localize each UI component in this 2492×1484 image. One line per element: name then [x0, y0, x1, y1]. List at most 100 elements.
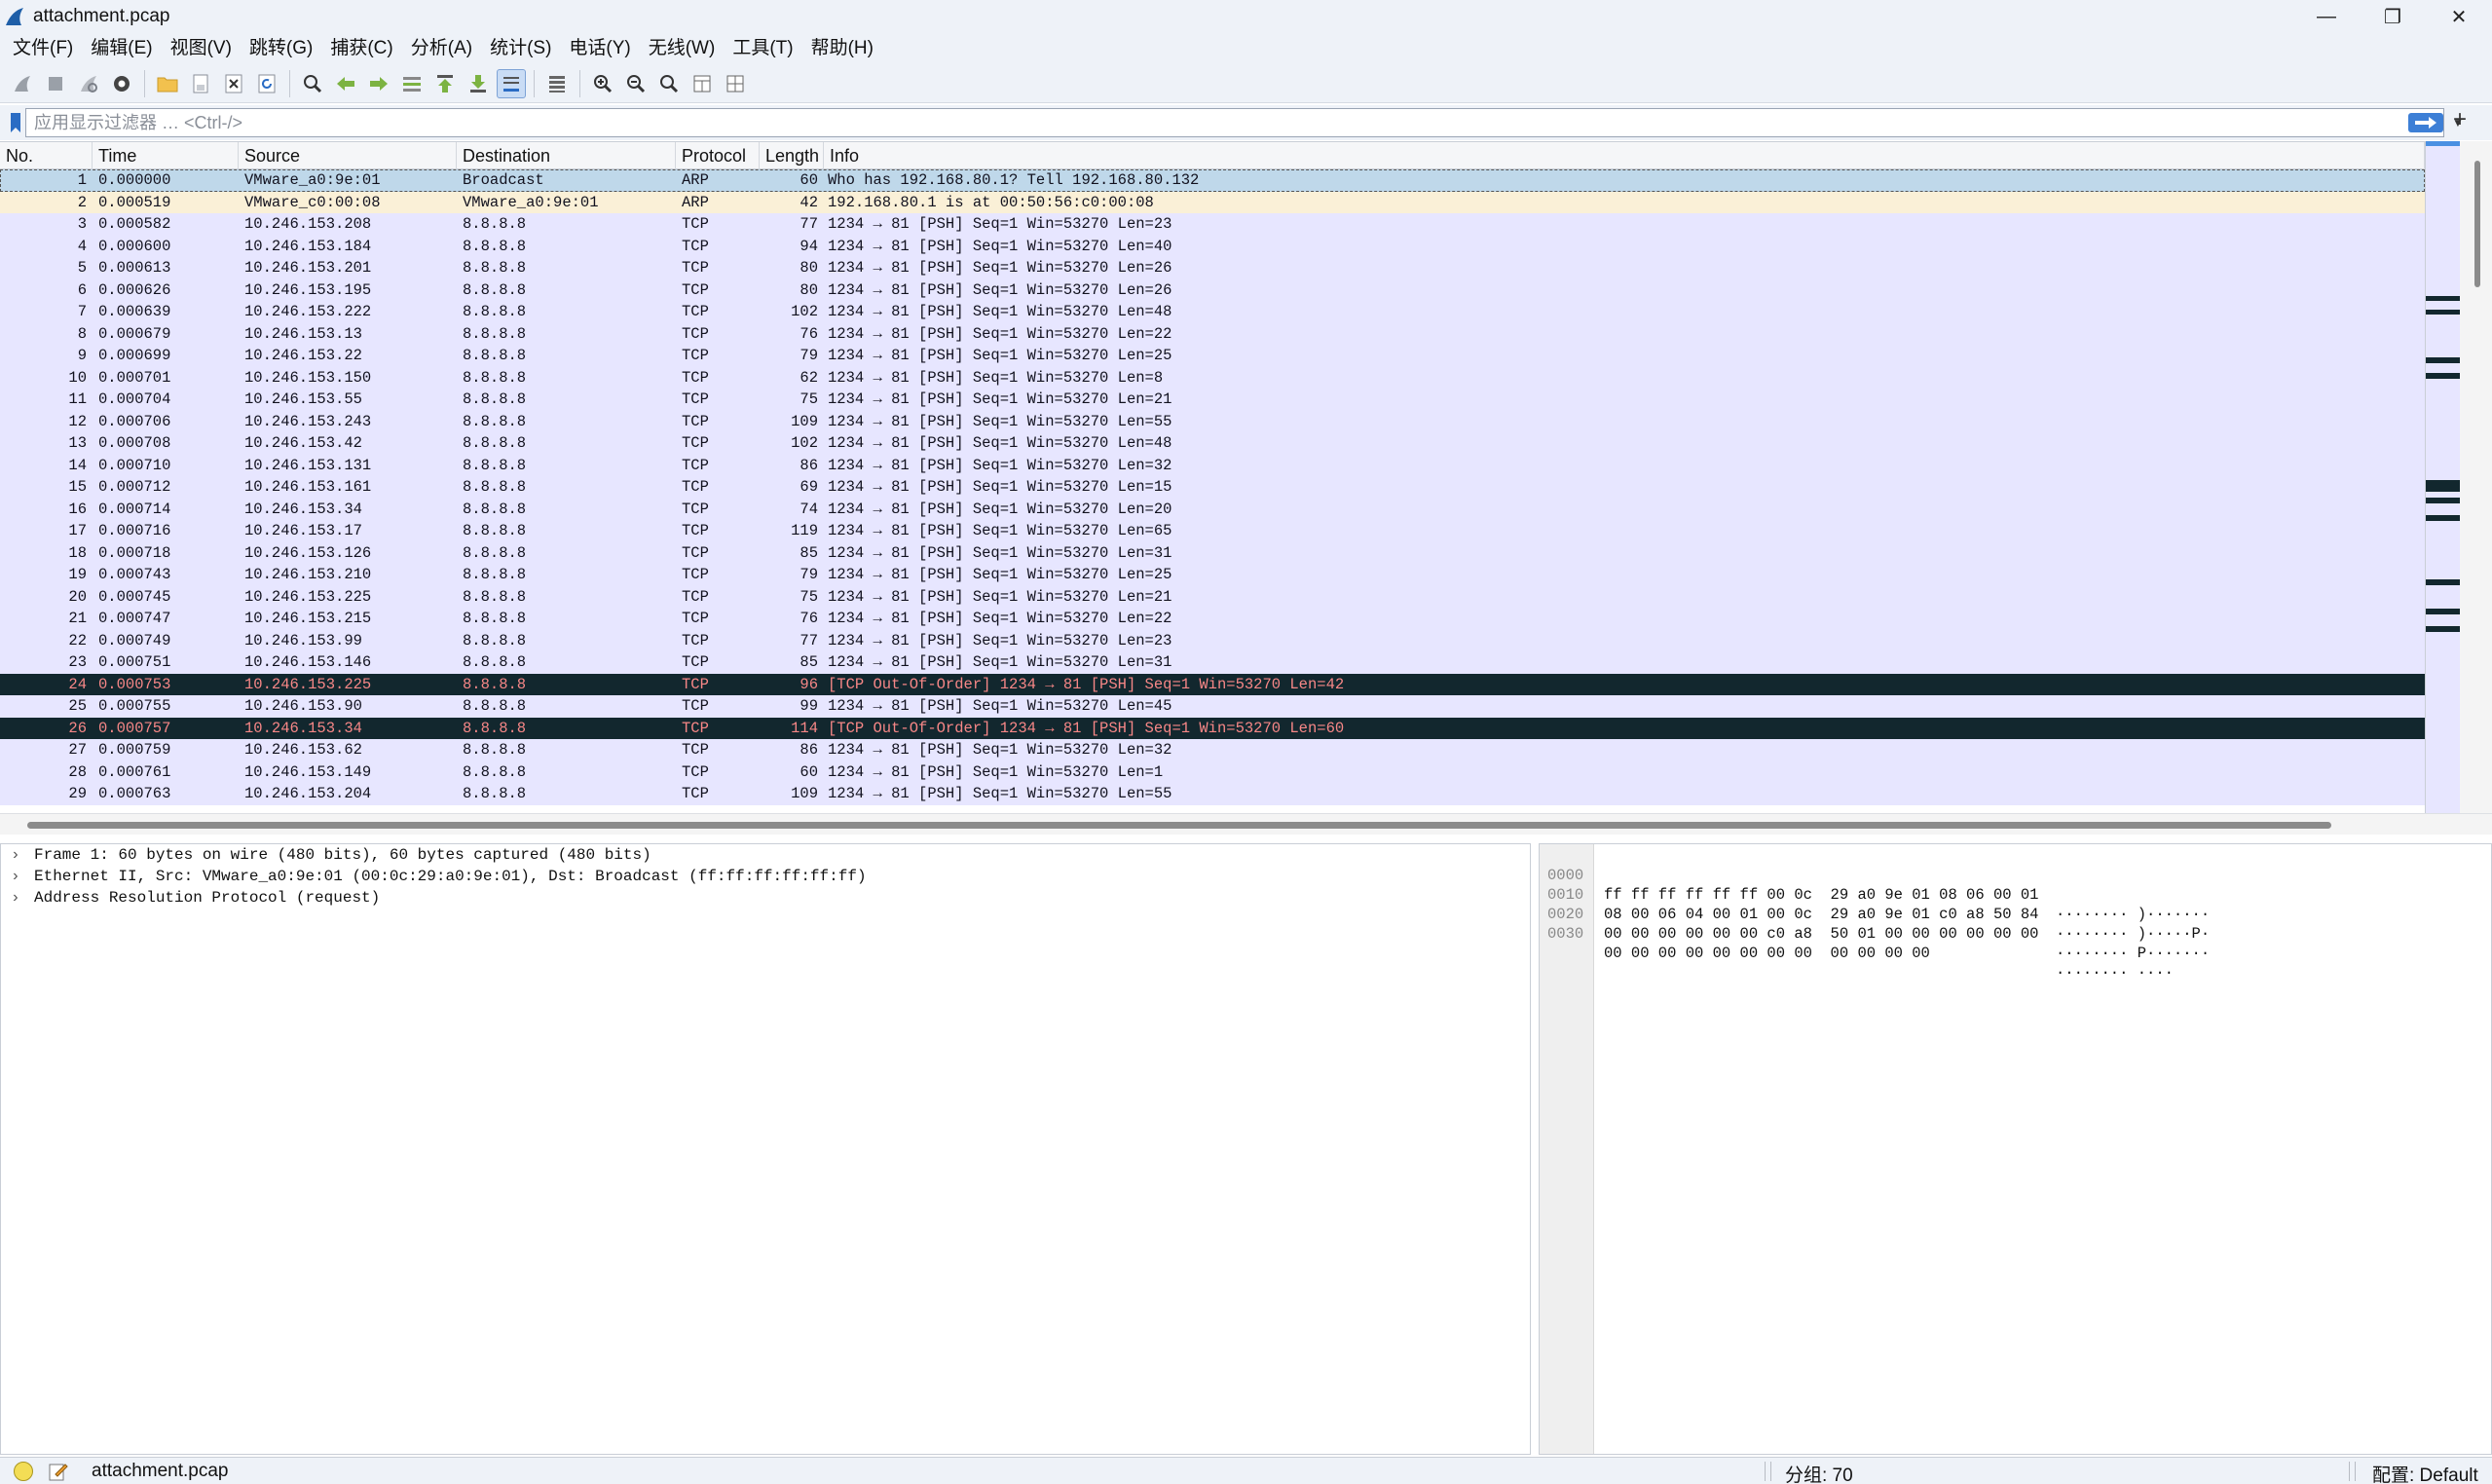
packet-row[interactable]: 13 0.000708 10.246.153.42 8.8.8.8 TCP 102 1234… [0, 432, 2425, 455]
menu-help[interactable]: 帮助(H) [802, 33, 882, 64]
detail-row-arp[interactable]: › Address Resolution Protocol (request) [1, 887, 1530, 909]
autoscroll-icon[interactable] [497, 68, 526, 98]
packet-minimap[interactable] [2425, 141, 2461, 813]
apply-filter-icon[interactable] [2408, 113, 2443, 132]
restart-capture-icon[interactable] [74, 69, 103, 98]
bytes-hex[interactable]: ff ff ff ff ff ff 00 0c 29 a0 9e 01 08 0… [1604, 885, 2038, 905]
column-header-protocol[interactable]: Protocol [676, 142, 760, 169]
packet-list-scrollbar[interactable] [2460, 141, 2492, 813]
packet-row[interactable]: 1 0.000000 VMware_a0:9e:01 Broadcast ARP 60 Wh… [0, 169, 2425, 192]
packet-row[interactable]: 7 0.000639 10.246.153.222 8.8.8.8 TCP 102 1234… [0, 301, 2425, 323]
display-filter-input[interactable] [34, 109, 2371, 136]
packet-row[interactable]: 16 0.000714 10.246.153.34 8.8.8.8 TCP 74 1234 … [0, 498, 2425, 520]
scrollbar-thumb[interactable] [2474, 161, 2480, 287]
column-header-destination[interactable]: Destination [457, 142, 676, 169]
packet-row[interactable]: 19 0.000743 10.246.153.210 8.8.8.8 TCP 79 1234… [0, 564, 2425, 586]
resize-columns-icon[interactable] [688, 69, 717, 98]
start-capture-icon[interactable] [8, 69, 37, 98]
packet-row[interactable]: 24 0.000753 10.246.153.225 8.8.8.8 TCP 96 [TCP… [0, 673, 2425, 695]
packet-row[interactable]: 2 0.000519 VMware_c0:00:08 VMware_a0:9e:01 A… [0, 191, 2425, 213]
packet-row[interactable]: 29 0.000763 10.246.153.204 8.8.8.8 TCP 109 123… [0, 783, 2425, 805]
column-header-length[interactable]: Length [760, 142, 824, 169]
packet-row[interactable]: 12 0.000706 10.246.153.243 8.8.8.8 TCP 109 123… [0, 410, 2425, 432]
column-header-source[interactable]: Source [239, 142, 457, 169]
packet-row[interactable]: 25 0.000755 10.246.153.90 8.8.8.8 TCP 99 1234 … [0, 695, 2425, 718]
packet-row[interactable]: 4 0.000600 10.246.153.184 8.8.8.8 TCP 94 1234 … [0, 235, 2425, 257]
detail-row-ethernet[interactable]: › Ethernet II, Src: VMware_a0:9e:01 (00:… [1, 866, 1530, 887]
packet-row[interactable]: 23 0.000751 10.246.153.146 8.8.8.8 TCP 85 1234… [0, 651, 2425, 674]
menu-statistics[interactable]: 统计(S) [481, 33, 560, 64]
bytes-row[interactable]: 0020 00 00 00 00 00 00 c0 a8 50 01 00 00… [1540, 885, 2210, 962]
packet-row[interactable]: 27 0.000759 10.246.153.62 8.8.8.8 TCP 86 1234 … [0, 739, 2425, 761]
zoom-out-icon[interactable] [621, 69, 651, 98]
menu-analyze[interactable]: 分析(A) [402, 33, 481, 64]
column-header-time[interactable]: Time [93, 142, 239, 169]
packet-row[interactable]: 8 0.000679 10.246.153.13 8.8.8.8 TCP 76 1234 →… [0, 322, 2425, 345]
add-filter-button[interactable]: + [2448, 106, 2472, 132]
column-header-no[interactable]: No. [0, 142, 93, 169]
close-file-icon[interactable] [219, 69, 248, 98]
packet-row[interactable]: 10 0.000701 10.246.153.150 8.8.8.8 TCP 62 1234… [0, 366, 2425, 389]
packet-row[interactable]: 15 0.000712 10.246.153.161 8.8.8.8 TCP 69 1234… [0, 476, 2425, 499]
save-file-icon[interactable] [186, 69, 215, 98]
chevron-right-icon[interactable]: › [11, 844, 34, 866]
bytes-hex[interactable]: 08 00 06 04 00 01 00 0c 29 a0 9e 01 c0 a… [1604, 905, 2038, 924]
chevron-right-icon[interactable]: › [11, 887, 34, 909]
capture-options-icon[interactable] [107, 69, 136, 98]
packet-row[interactable]: 28 0.000761 10.246.153.149 8.8.8.8 TCP 60 1234… [0, 761, 2425, 783]
open-file-icon[interactable] [153, 69, 182, 98]
reload-file-icon[interactable] [252, 69, 281, 98]
menu-telephony[interactable]: 电话(Y) [560, 33, 639, 64]
packet-row[interactable]: 20 0.000745 10.246.153.225 8.8.8.8 TCP 75 1234… [0, 585, 2425, 608]
go-back-icon[interactable] [331, 69, 360, 98]
detail-row-frame[interactable]: › Frame 1: 60 bytes on wire (480 bits), … [1, 844, 1530, 866]
packet-list-hscrollbar[interactable] [0, 813, 2492, 835]
first-packet-icon[interactable] [430, 69, 460, 98]
packet-row[interactable]: 22 0.000749 10.246.153.99 8.8.8.8 TCP 77 1234 … [0, 629, 2425, 651]
close-button[interactable]: ✕ [2426, 0, 2492, 33]
packet-row[interactable]: 26 0.000757 10.246.153.34 8.8.8.8 TCP 114 [TCP… [0, 717, 2425, 739]
packet-row[interactable]: 18 0.000718 10.246.153.126 8.8.8.8 TCP 85 1234… [0, 541, 2425, 564]
bytes-ascii[interactable]: ········ ···· [2056, 963, 2174, 983]
packet-row[interactable]: 6 0.000626 10.246.153.195 8.8.8.8 TCP 80 1234 … [0, 278, 2425, 301]
stop-capture-icon[interactable] [41, 69, 70, 98]
bytes-row[interactable]: 0030 00 00 00 00 00 00 00 00 00 00 00 00… [1540, 905, 2174, 982]
chevron-right-icon[interactable]: › [11, 866, 34, 887]
bytes-ascii[interactable]: ········ )·····P· [2056, 924, 2210, 944]
bytes-ascii[interactable]: ········ P······· [2056, 944, 2210, 963]
restore-button[interactable]: ❐ [2360, 0, 2426, 33]
packet-row[interactable]: 3 0.000582 10.246.153.208 8.8.8.8 TCP 77 1234 … [0, 213, 2425, 236]
expert-info-icon[interactable] [14, 1462, 33, 1481]
colorize-icon[interactable] [542, 69, 572, 98]
go-forward-icon[interactable] [364, 69, 393, 98]
packet-row[interactable]: 9 0.000699 10.246.153.22 8.8.8.8 TCP 79 1234 →… [0, 345, 2425, 367]
menu-tools[interactable]: 工具(T) [724, 33, 801, 64]
go-to-packet-icon[interactable] [397, 69, 427, 98]
menu-file[interactable]: 文件(F) [4, 33, 82, 64]
status-profile[interactable]: 配置: Default [2372, 1461, 2478, 1484]
hscrollbar-thumb[interactable] [27, 822, 2331, 829]
bytes-hex[interactable]: 00 00 00 00 00 00 c0 a8 50 01 00 00 00 0… [1604, 924, 2038, 944]
packet-row[interactable]: 21 0.000747 10.246.153.215 8.8.8.8 TCP 76 1234… [0, 608, 2425, 630]
zoom-normal-icon[interactable] [654, 69, 684, 98]
packet-row[interactable]: 5 0.000613 10.246.153.201 8.8.8.8 TCP 80 1234 … [0, 257, 2425, 279]
packet-row[interactable]: 11 0.000704 10.246.153.55 8.8.8.8 TCP 75 1234 … [0, 389, 2425, 411]
menu-go[interactable]: 跳转(G) [241, 33, 321, 64]
capture-comment-icon[interactable] [47, 1460, 70, 1483]
bytes-hex[interactable]: 00 00 00 00 00 00 00 00 00 00 00 00 [1604, 944, 1930, 963]
menu-capture[interactable]: 捕获(C) [321, 33, 401, 64]
menu-edit[interactable]: 编辑(E) [82, 33, 161, 64]
menu-wireless[interactable]: 无线(W) [640, 33, 725, 64]
packet-row[interactable]: 17 0.000716 10.246.153.17 8.8.8.8 TCP 119 1234… [0, 520, 2425, 542]
bytes-ascii[interactable]: ········ )······· [2056, 905, 2210, 924]
last-packet-icon[interactable] [464, 69, 493, 98]
bytes-row[interactable]: 0010 08 00 06 04 00 01 00 0c 29 a0 9e 01… [1540, 866, 2210, 943]
find-packet-icon[interactable] [298, 69, 327, 98]
packet-row[interactable]: 14 0.000710 10.246.153.131 8.8.8.8 TCP 86 1234… [0, 454, 2425, 476]
minimize-button[interactable]: — [2293, 0, 2360, 33]
menu-view[interactable]: 视图(V) [162, 33, 241, 64]
zoom-in-icon[interactable] [588, 69, 617, 98]
bytes-row[interactable]: 0000 ff ff ff ff ff ff 00 0c 29 a0 9e 01… [1540, 846, 2210, 923]
column-header-info[interactable]: Info [824, 142, 2425, 169]
filter-bookmark-icon[interactable] [4, 109, 27, 136]
